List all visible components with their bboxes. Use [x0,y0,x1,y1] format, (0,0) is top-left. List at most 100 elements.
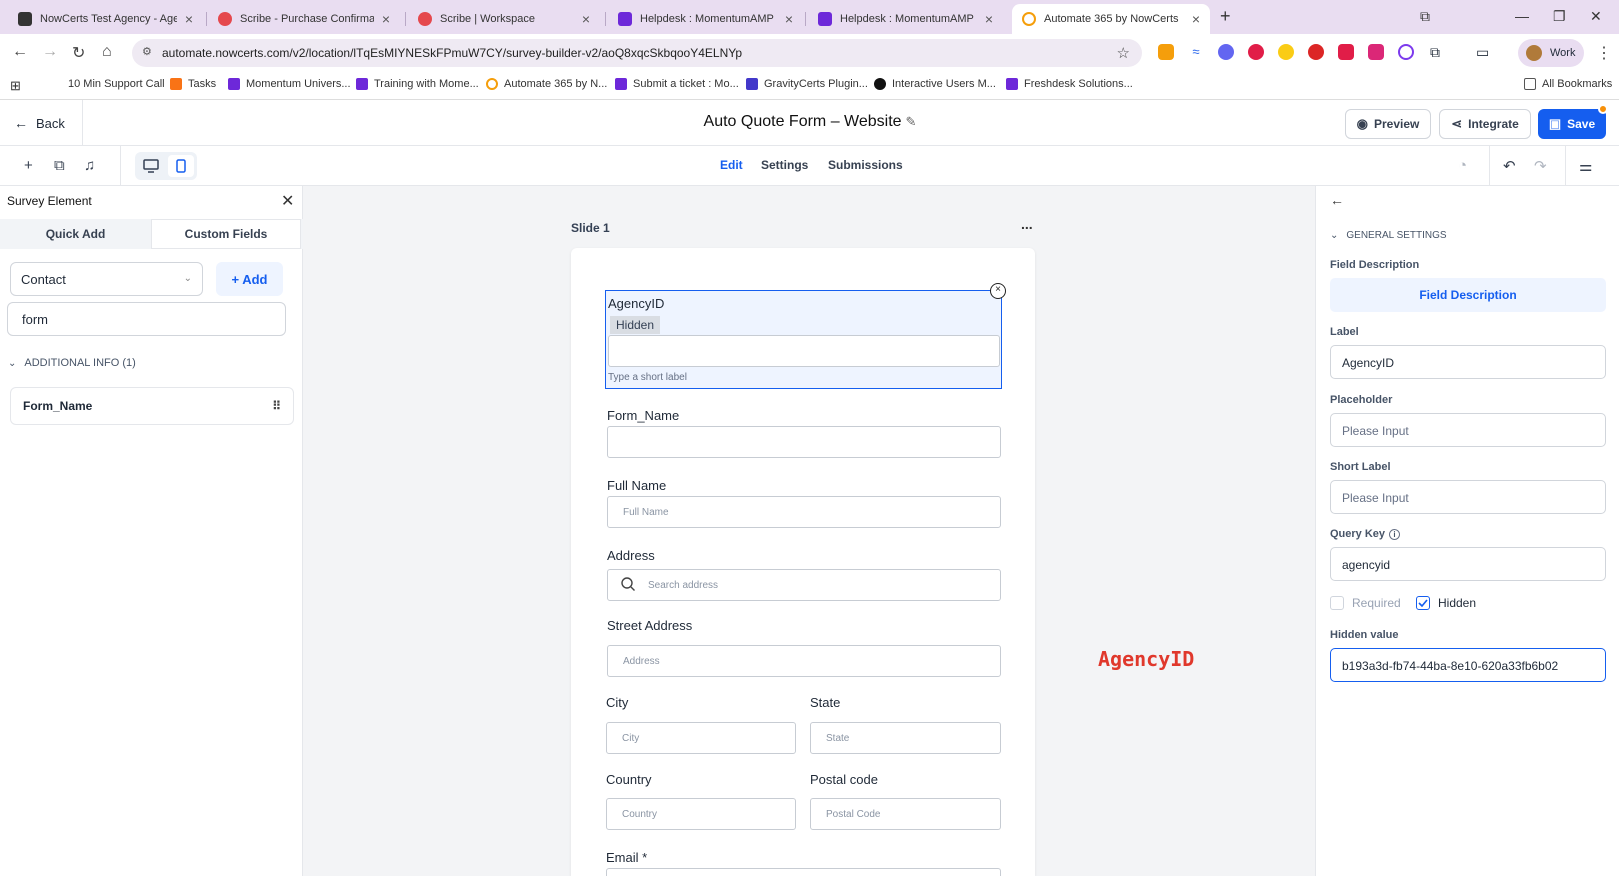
short-label-hint[interactable]: Type a short label [608,372,687,383]
tab-quick-add[interactable]: Quick Add [0,219,151,249]
browser-tab[interactable]: NowCerts Test Agency - Agency × [8,4,203,34]
placeholder-input[interactable]: Please Input [1330,413,1606,447]
tab-settings[interactable]: Settings [761,158,808,172]
hidden-value-input[interactable]: b193a3d-fb74-44ba-8e10-620a33fb6b02 [1330,648,1606,682]
tab-edit[interactable]: Edit [720,158,743,172]
forward-arrow-icon[interactable]: → [42,43,58,61]
country-input[interactable]: Country [606,798,796,830]
site-info-icon[interactable]: ⚙ [142,45,152,58]
close-tab-icon[interactable]: × [985,11,993,27]
bookmark-item[interactable]: Freshdesk Solutions... [1006,78,1133,90]
bookmark-item[interactable]: Momentum Univers... [228,78,351,90]
settings-sliders-icon[interactable]: ⚌ [1579,157,1592,175]
city-input[interactable]: City [606,722,796,754]
postal-code-input[interactable]: Postal Code [810,798,1001,830]
layers-icon[interactable]: ⧉ [54,157,65,174]
hidden-checkbox[interactable]: Hidden [1416,596,1476,610]
extensions-puzzle-icon[interactable]: ⧉ [1430,44,1446,60]
close-tab-icon[interactable]: × [582,11,590,27]
browser-tab-active[interactable]: Automate 365 by NowCerts × [1012,4,1210,34]
extension-icon[interactable] [1248,44,1264,60]
custom-field-item[interactable]: Form_Name ⠿ [10,387,294,425]
arrow-left-icon[interactable]: ← [1330,192,1344,208]
extension-icon[interactable] [1368,44,1384,60]
tab-search-icon[interactable]: ⧉ [1420,8,1430,25]
tab-custom-fields[interactable]: Custom Fields [151,219,301,249]
mobile-view-button[interactable] [168,155,194,177]
undo-icon[interactable]: ↶ [1503,157,1516,175]
bookmark-item[interactable]: Training with Mome... [356,78,479,90]
address-search-input[interactable]: Search address [607,569,1001,601]
pencil-edit-icon[interactable]: ✎ [906,114,917,129]
drag-handle-icon[interactable]: ⠿ [272,399,281,413]
extension-icon[interactable] [1158,44,1174,60]
form-name-input[interactable] [607,426,1001,458]
bookmark-star-icon[interactable]: ☆ [1117,44,1130,62]
browser-tab[interactable]: Scribe | Workspace × [408,4,600,34]
bookmark-item[interactable]: 10 Min Support Call [68,78,165,90]
agencyid-input[interactable] [608,335,1000,367]
required-checkbox[interactable]: Required [1330,596,1401,610]
info-icon[interactable]: i [1389,528,1401,540]
preview-button[interactable]: ◉ Preview [1345,109,1431,139]
query-key-input[interactable]: agencyid [1330,547,1606,581]
tab-submissions[interactable]: Submissions [828,158,903,172]
new-tab-icon[interactable]: + [1220,6,1231,27]
redo-icon[interactable]: ↷ [1534,157,1547,175]
email-input[interactable] [606,868,1001,876]
extension-icon[interactable] [1218,44,1234,60]
close-window-icon[interactable]: ✕ [1590,8,1602,25]
reload-icon[interactable]: ↻ [72,43,85,63]
integrate-button[interactable]: ⋖ Integrate [1439,109,1531,139]
apps-grid-icon[interactable]: ⊞ [10,78,21,94]
full-name-input[interactable]: Full Name [607,496,1001,528]
minimize-icon[interactable]: — [1515,8,1529,24]
add-field-button[interactable]: + Add [216,262,283,296]
browser-tab[interactable]: Helpdesk : MomentumAMP × [608,4,803,34]
short-label-input[interactable]: Please Input [1330,480,1606,514]
desktop-view-button[interactable] [138,155,164,177]
add-element-icon[interactable]: + [24,157,33,174]
extension-icon[interactable] [1308,44,1324,60]
object-type-select[interactable]: Contact ⌄ [10,262,203,296]
profile-button[interactable]: Work [1518,39,1584,67]
bookmark-item[interactable]: Interactive Users M... [874,78,996,90]
all-bookmarks[interactable]: All Bookmarks [1524,78,1612,90]
field-search-input[interactable]: form [7,302,286,336]
browser-tab[interactable]: Scribe - Purchase Confirmation × [208,4,400,34]
close-tab-icon[interactable]: × [1192,11,1200,27]
extension-icon[interactable]: ≈ [1188,44,1204,60]
close-tab-icon[interactable]: × [785,11,793,27]
bookmark-item[interactable]: Tasks [170,78,216,90]
field-description-button[interactable]: Field Description [1330,278,1606,312]
automate-favicon-icon [1022,12,1036,26]
home-icon[interactable]: ⌂ [102,43,112,61]
bookmark-item[interactable]: Submit a ticket : Mo... [615,78,739,90]
side-panel-icon[interactable]: ▭ [1476,44,1492,60]
close-tab-icon[interactable]: × [382,11,390,27]
history-icon[interactable]: ◔ [1458,157,1467,174]
extension-icon[interactable] [1338,44,1354,60]
close-icon[interactable]: ✕ [281,191,294,211]
bookmark-item[interactable]: Automate 365 by N... [486,78,607,90]
street-address-input[interactable]: Address [607,645,1001,677]
bell-icon[interactable]: ♫ [84,157,95,174]
close-tab-icon[interactable]: × [185,11,193,27]
restore-icon[interactable]: ❐ [1553,8,1566,25]
extension-icon[interactable] [1278,44,1294,60]
bookmark-item[interactable]: GravityCerts Plugin... [746,78,868,90]
browser-tab[interactable]: Helpdesk : MomentumAMP × [808,4,1003,34]
state-input[interactable]: State [810,722,1001,754]
additional-info-group[interactable]: ⌄ ADDITIONAL INFO (1) [8,357,136,369]
form-title[interactable]: Auto Quote Form – Website ✎ [600,113,1020,131]
remove-field-icon[interactable]: × [990,283,1006,299]
save-button[interactable]: ▣ Save [1538,109,1606,139]
browser-menu-icon[interactable]: ⋮ [1596,43,1612,63]
slide-more-icon[interactable]: ... [1021,216,1033,232]
general-settings-section[interactable]: ⌄ GENERAL SETTINGS [1330,230,1447,241]
url-bar[interactable]: ⚙ automate.nowcerts.com/v2/location/lTqE… [132,39,1142,67]
extension-icon[interactable] [1398,44,1414,60]
back-arrow-icon[interactable]: ← [12,43,28,61]
back-button[interactable]: ← Back [14,115,65,131]
label-input[interactable]: AgencyID [1330,345,1606,379]
